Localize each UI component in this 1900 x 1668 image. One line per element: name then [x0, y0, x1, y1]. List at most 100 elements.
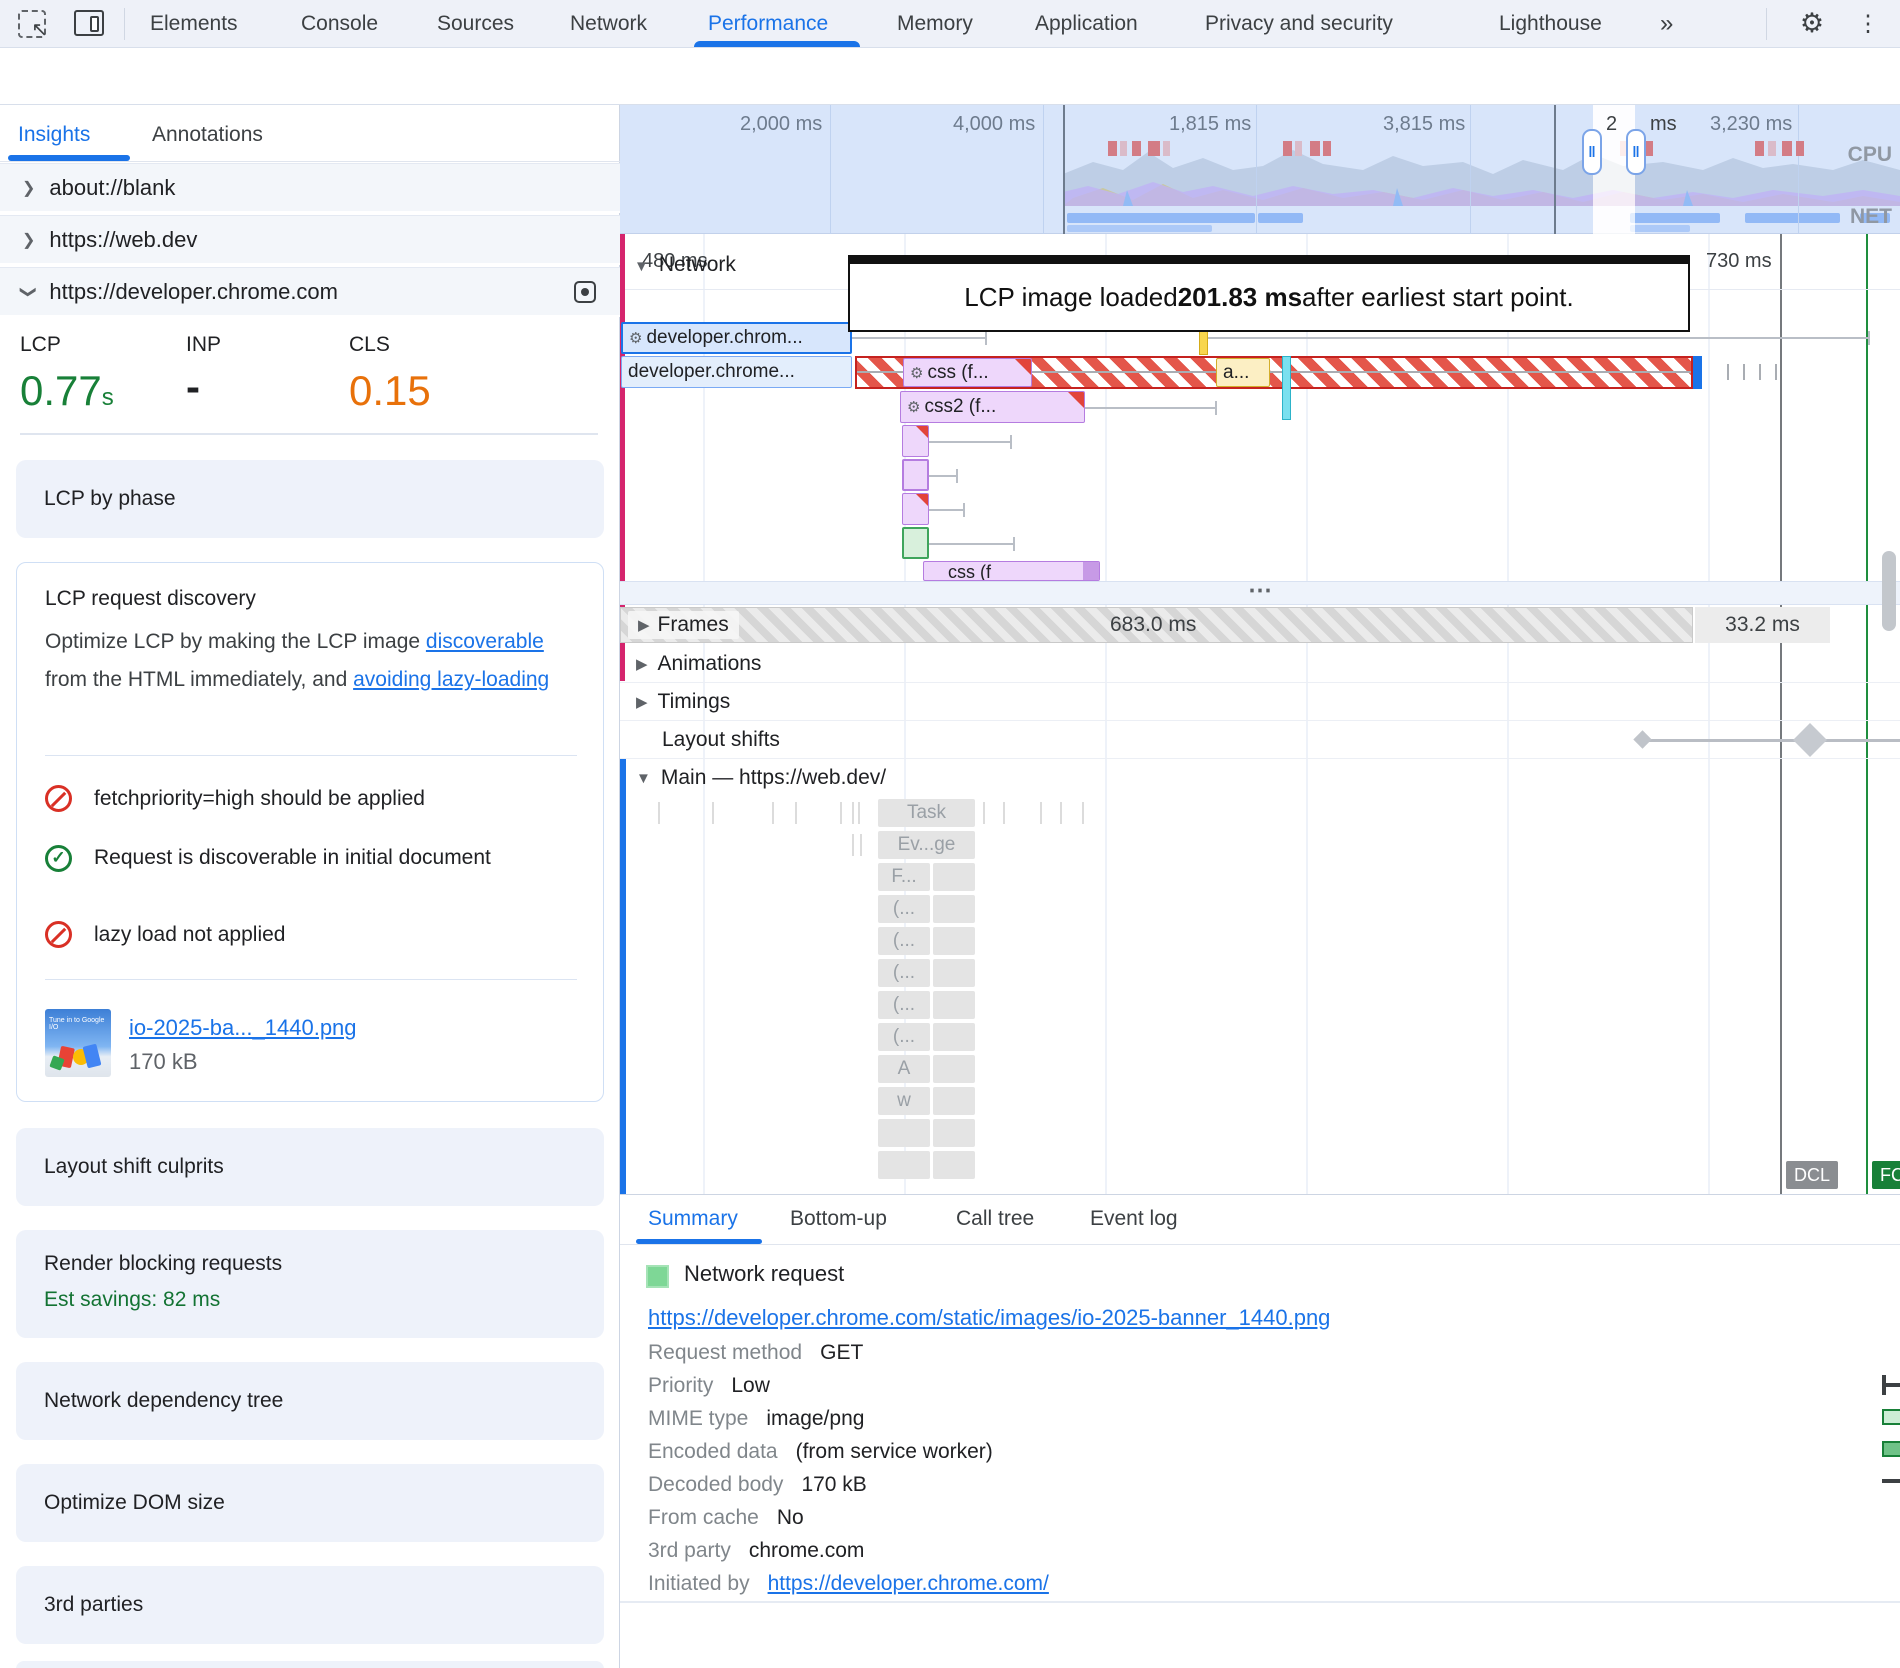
more-tabs-chevron-icon[interactable]: » [1660, 0, 1673, 48]
cyan-marker-bar [1282, 356, 1291, 420]
track-animations[interactable]: ▶Animations [620, 645, 1900, 683]
flame-bar [878, 1151, 930, 1179]
legend-swatch [646, 1265, 669, 1288]
flame-bar[interactable]: F... [878, 863, 930, 891]
render-blocking-corner [1068, 392, 1084, 408]
origin-row-web-dev[interactable]: ❯ https://web.dev [0, 215, 620, 265]
flame-bar[interactable]: (... [878, 895, 930, 923]
layout-shift-cluster-line [1638, 739, 1900, 742]
flame-bar [933, 1023, 975, 1051]
tab-elements[interactable]: Elements [150, 0, 238, 48]
details-panel: Summary Bottom-up Call tree Event log Ne… [620, 1194, 1900, 1668]
kebab-menu-icon[interactable]: ⋮ [1854, 9, 1882, 37]
render-blocking-corner [916, 426, 928, 438]
track-network-header[interactable]: ▼Network [634, 253, 736, 277]
flame-bar [933, 1151, 975, 1179]
small-request-chip[interactable] [902, 425, 929, 457]
layout-shift-diamond[interactable] [1633, 730, 1651, 748]
tab-summary[interactable]: Summary [648, 1195, 738, 1243]
origin-label: https://web.dev [49, 227, 197, 253]
check-item-lazy-load: lazy load not applied [45, 921, 577, 948]
tab-network[interactable]: Network [570, 0, 647, 48]
tab-memory[interactable]: Memory [897, 0, 973, 48]
chevron-right-icon: ❯ [22, 178, 35, 198]
track-timings[interactable]: ▶Timings [620, 683, 1900, 721]
flame-bar[interactable]: (... [878, 1023, 930, 1051]
flame-bar[interactable]: A [878, 1055, 930, 1083]
tab-annotations[interactable]: Annotations [152, 123, 263, 147]
tab-sources[interactable]: Sources [437, 0, 514, 48]
timing-row-duration: Duration2.72 ms [1882, 1341, 1900, 1365]
small-request-chip-green[interactable] [902, 527, 929, 559]
a-request-chip[interactable]: a... [1216, 358, 1270, 387]
track-layout-shifts[interactable]: Layout shifts [620, 721, 1900, 759]
flame-bar[interactable]: Ev...ge [878, 831, 975, 859]
settings-gear-icon[interactable]: ⚙ [1798, 9, 1826, 37]
request-url-link[interactable]: https://developer.chrome.com/static/imag… [648, 1305, 1330, 1331]
selection-handle-left[interactable]: ‖ [1582, 129, 1602, 175]
collapse-triangle-icon: ▼ [636, 770, 651, 787]
card-render-blocking[interactable]: Render blocking requests Est savings: 82… [16, 1230, 604, 1338]
timing-row-queuing: Queuing and connecting0.13 ms [1882, 1373, 1900, 1397]
origin-row-developer-chrome[interactable]: ❯ https://developer.chrome.com [0, 267, 620, 317]
tab-privacy-security[interactable]: Privacy and security [1205, 0, 1393, 48]
inp-label: INP [186, 333, 221, 357]
lcp-image-filename-link[interactable]: io-2025-ba..._1440.png [129, 1015, 357, 1041]
track-frames[interactable]: ▶ Frames 683.0 ms 33.2 ms [620, 605, 1900, 645]
card-network-dependency-tree[interactable]: Network dependency tree [16, 1362, 604, 1440]
track-main-header[interactable]: ▼Main — https://web.dev/ [620, 759, 1900, 797]
track-splitter[interactable]: ⋯ [620, 581, 1900, 605]
inp-value: - [186, 363, 200, 411]
network-request-chip-selected[interactable]: ⚙developer.chrom... [621, 322, 852, 354]
tab-event-log[interactable]: Event log [1090, 1195, 1178, 1243]
tab-call-tree[interactable]: Call tree [956, 1195, 1034, 1243]
card-lcp-request-discovery[interactable]: LCP request discovery Optimize LCP by ma… [16, 562, 604, 1102]
tab-insights[interactable]: Insights [18, 123, 90, 147]
render-blocking-corner [916, 494, 928, 506]
tab-bottom-up[interactable]: Bottom-up [790, 1195, 887, 1243]
small-request-chip[interactable] [902, 493, 929, 525]
check-item-discoverable: ✓ Request is discoverable in initial doc… [45, 841, 535, 875]
discoverable-link[interactable]: discoverable [426, 630, 544, 653]
tab-application[interactable]: Application [1035, 0, 1138, 48]
flame-bar[interactable]: (... [878, 927, 930, 955]
timeline-minimap[interactable]: 2,000 ms 4,000 ms 1,815 ms 3,815 ms 3,23… [620, 105, 1900, 234]
inspect-icon[interactable]: ↖ [18, 10, 46, 38]
card-optimize-dom-size[interactable]: Optimize DOM size [16, 1464, 604, 1542]
detail-row: Encoded data(from service worker) [648, 1440, 993, 1464]
selection-handle-right[interactable]: ‖ [1626, 129, 1646, 175]
cpu-track-label: CPU [1848, 143, 1892, 167]
css-request-chip[interactable]: ⚙css (f... [903, 358, 1032, 387]
lcp-request-end-bar [1693, 356, 1702, 389]
origin-row-about-blank[interactable]: ❯ about://blank [0, 163, 620, 213]
tab-console[interactable]: Console [301, 0, 378, 48]
field-data-target-icon[interactable] [574, 281, 596, 303]
css-request-chip-clipped[interactable]: css (f [923, 561, 1100, 581]
card-3rd-parties[interactable]: 3rd parties [16, 1566, 604, 1644]
flame-bar [933, 927, 975, 955]
flame-bar-task[interactable]: Task [878, 799, 975, 827]
cls-label: CLS [349, 333, 390, 357]
timing-row-request-sent: Request sent and waiting0.76 ms [1882, 1405, 1900, 1429]
avoid-lazy-loading-link[interactable]: avoiding lazy-loading [353, 668, 549, 691]
detail-row: From cacheNo [648, 1506, 804, 1530]
lcp-image-size: 170 kB [129, 1049, 198, 1075]
flame-bar [933, 959, 975, 987]
layout-shift-diamond[interactable] [1793, 723, 1827, 757]
flame-bar [933, 1087, 975, 1115]
flame-bar[interactable]: (... [878, 991, 930, 1019]
tab-lighthouse[interactable]: Lighthouse [1499, 0, 1602, 48]
small-request-chip[interactable] [902, 459, 929, 491]
device-toolbar-icon[interactable] [74, 10, 104, 36]
flame-bar[interactable]: (... [878, 959, 930, 987]
card-lcp-by-phase[interactable]: LCP by phase [16, 460, 604, 538]
detail-row: 3rd partychrome.com [648, 1539, 864, 1563]
initiator-link[interactable]: https://developer.chrome.com/ [768, 1572, 1049, 1596]
vertical-scrollbar[interactable] [1882, 551, 1896, 631]
card-partial [16, 1661, 604, 1668]
card-layout-shift-culprits[interactable]: Layout shift culprits [16, 1128, 604, 1206]
timing-row-main-thread: Waiting on main thread1.73 ms [1882, 1469, 1900, 1493]
network-request-chip[interactable]: developer.chrome... [621, 356, 852, 388]
flame-bar[interactable]: w [878, 1087, 930, 1115]
css2-request-chip[interactable]: ⚙css2 (f... [900, 391, 1085, 423]
